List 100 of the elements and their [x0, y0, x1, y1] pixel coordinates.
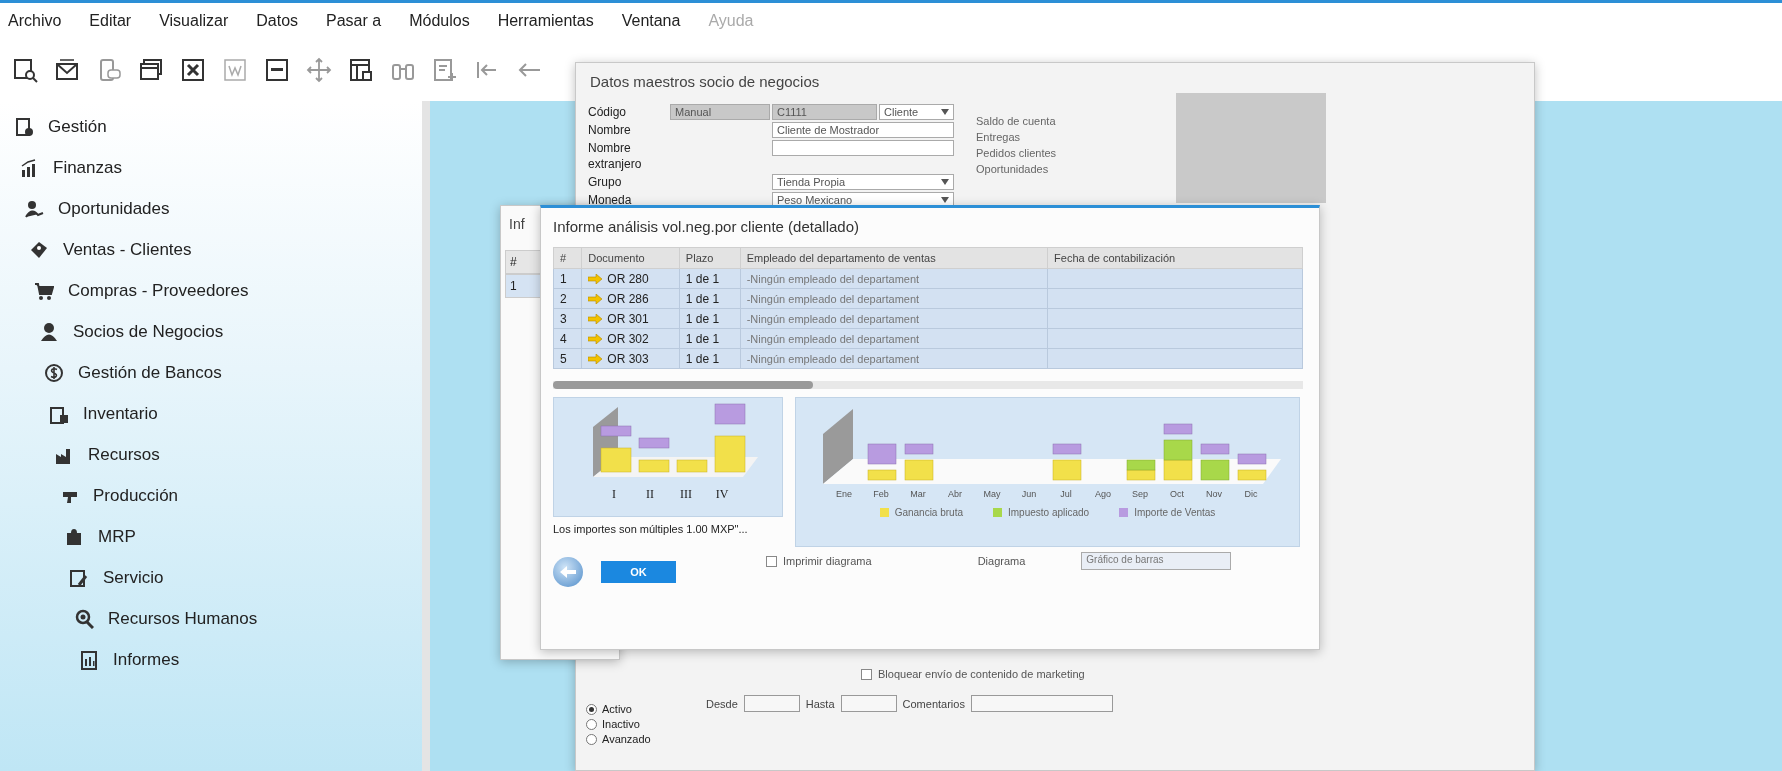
chart-bar — [1237, 453, 1266, 465]
document-gear-icon[interactable] — [14, 117, 34, 137]
column-header: Empleado del departamento de ventas — [740, 247, 1048, 269]
report-icon[interactable] — [79, 650, 99, 670]
field-label: Nombre extranjero — [588, 140, 643, 172]
document-search-icon[interactable] — [12, 57, 38, 83]
sidebar-item[interactable]: Ventas - Clientes — [63, 240, 192, 260]
sidebar-item[interactable]: Recursos — [88, 445, 160, 465]
field-value[interactable]: C1111 — [772, 104, 877, 120]
input-field[interactable] — [743, 695, 800, 712]
person-icon[interactable] — [39, 322, 59, 342]
chart-bar — [1052, 443, 1081, 455]
field-label: Pedidos clientes — [976, 147, 1057, 159]
field-label: Código — [588, 104, 628, 120]
chart-bar — [1237, 469, 1266, 481]
menu-item[interactable]: Visualizar — [159, 12, 245, 30]
chart-bar — [1163, 459, 1192, 481]
radio-button[interactable] — [586, 733, 597, 745]
table-cell: 3 — [553, 308, 582, 329]
input-field[interactable] — [970, 695, 1113, 712]
dropdown[interactable]: Tienda Propia — [772, 174, 954, 190]
menu-item[interactable]: Ventana — [621, 12, 697, 30]
chart-bar — [676, 459, 708, 473]
menu-item[interactable]: Editar — [89, 12, 148, 30]
chart-bar — [904, 443, 933, 455]
axis-label: I — [611, 487, 617, 502]
dropdown[interactable]: Cliente — [879, 104, 954, 120]
ok-button[interactable]: OK — [601, 561, 676, 583]
axis-label: Feb — [872, 489, 890, 499]
move-arrows-icon[interactable] — [306, 57, 332, 83]
sidebar-item[interactable]: Finanzas — [53, 158, 122, 178]
menu-item[interactable]: Datos — [256, 12, 315, 30]
checkbox[interactable] — [766, 555, 777, 567]
chart-bar — [867, 443, 896, 465]
sidebar-item[interactable]: Oportunidades — [58, 199, 170, 219]
cart-icon[interactable] — [34, 281, 54, 301]
table-cell: OR 286 — [607, 291, 649, 306]
menu-item[interactable]: Herramientas — [497, 12, 610, 30]
document-add-icon[interactable] — [432, 57, 458, 83]
column-header: # — [553, 247, 582, 269]
window-title: Datos maestros socio de negocios — [589, 72, 821, 92]
sidebar-item[interactable]: Recursos Humanos — [108, 609, 258, 629]
axis-label: Abr — [947, 489, 963, 499]
sidebar-item[interactable]: Producción — [93, 486, 179, 506]
sidebar-item[interactable]: Servicio — [103, 568, 164, 588]
axis-label: Ago — [1094, 489, 1112, 499]
axis-label: Mar — [909, 489, 927, 499]
menu-item[interactable]: Módulos — [409, 12, 486, 30]
input-field[interactable]: Cliente de Mostrador — [772, 122, 954, 138]
table-cell: 2 — [553, 288, 582, 309]
menu-item[interactable]: Archivo — [8, 12, 78, 30]
input-field[interactable] — [840, 695, 897, 712]
table-cell: OR 303 — [607, 351, 649, 366]
caret-icon[interactable] — [941, 179, 949, 185]
dollar-coin-icon[interactable] — [44, 363, 64, 383]
person-icon[interactable] — [24, 199, 44, 219]
chart-bar — [1200, 443, 1229, 455]
radio-button[interactable] — [586, 718, 597, 730]
sidebar-item[interactable]: Socios de Negocios — [73, 322, 224, 342]
sidebar-item[interactable]: Informes — [113, 650, 180, 670]
chart-bar — [1200, 459, 1229, 481]
chart-bar — [867, 469, 896, 481]
field-value[interactable]: Manual — [670, 104, 770, 120]
field-label: Hasta — [805, 697, 835, 710]
envelope-icon[interactable] — [54, 57, 80, 83]
input-field[interactable] — [772, 140, 954, 156]
axis-label: II — [645, 487, 655, 502]
chart-bar — [1163, 423, 1192, 435]
table-cell: OR 302 — [607, 331, 649, 346]
axis-label: Nov — [1205, 489, 1223, 499]
chart-bar — [600, 447, 632, 473]
back-button[interactable] — [553, 557, 583, 587]
radio-label: Activo — [602, 703, 632, 715]
caret-icon[interactable] — [941, 197, 949, 203]
sidebar-item[interactable]: Gestión de Bancos — [78, 363, 222, 383]
axis-label: III — [679, 487, 693, 502]
person-search-icon[interactable] — [74, 609, 94, 629]
caret-icon[interactable] — [941, 109, 949, 115]
windows-icon[interactable] — [138, 57, 164, 83]
chart-bar — [600, 425, 632, 437]
chart-bar — [1126, 459, 1155, 471]
field-label: Nombre — [588, 122, 632, 138]
checkbox[interactable] — [861, 668, 872, 680]
sidebar-item[interactable]: Compras - Proveedores — [68, 281, 249, 301]
sidebar-item[interactable]: Inventario — [83, 404, 158, 424]
sidebar-item[interactable]: MRP — [98, 527, 136, 547]
legend-label: Impuesto aplicado — [1008, 507, 1090, 518]
chart-bar — [714, 435, 746, 473]
window-title: Informe análisis vol.neg.por cliente (detallado) — [552, 217, 860, 237]
scrollbar-thumb[interactable] — [553, 381, 813, 389]
table-cell: OR 280 — [607, 271, 649, 286]
legend-label: Ganancia bruta — [894, 507, 963, 518]
tag-icon[interactable] — [29, 240, 49, 260]
menu-item[interactable]: Pasar a — [326, 12, 398, 30]
field-label: Saldo de cuenta — [976, 115, 1057, 127]
sidebar-item[interactable]: Gestión — [48, 117, 107, 137]
chart-bar — [904, 459, 933, 481]
chart-bar — [1163, 439, 1192, 461]
dropdown[interactable]: Gráfico de barras — [1081, 552, 1232, 570]
radio-button[interactable] — [586, 703, 597, 715]
